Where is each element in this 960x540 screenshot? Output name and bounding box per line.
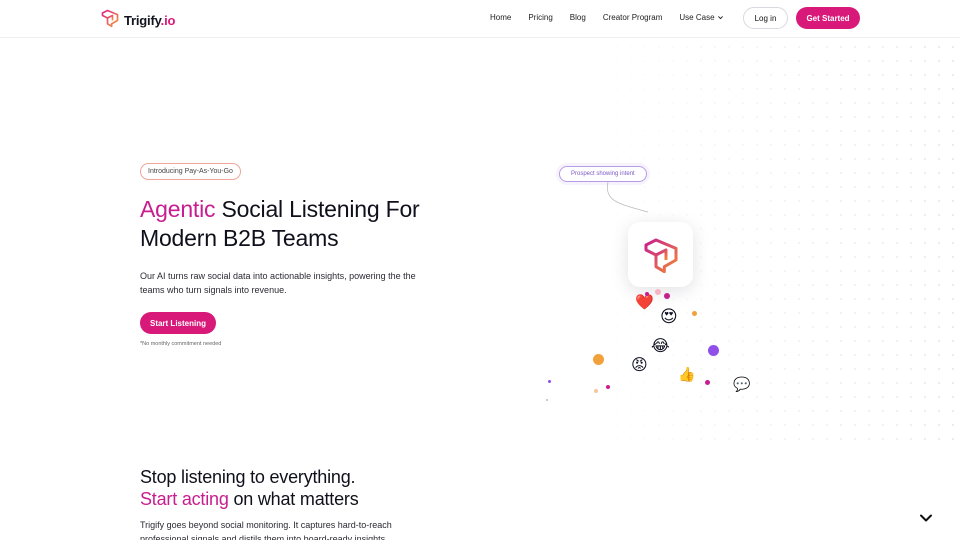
decor-dot	[655, 289, 661, 295]
section-title-line-1: Stop listening to everything.	[140, 467, 356, 487]
speech-bubble-icon: 💬	[733, 377, 751, 393]
decor-dot	[594, 389, 598, 393]
nav-link-creator-program[interactable]: Creator Program	[603, 13, 663, 22]
login-button[interactable]: Log in	[743, 7, 788, 29]
nav-link-blog[interactable]: Blog	[570, 13, 586, 22]
hero-description: Our AI turns raw social data into action…	[140, 271, 416, 295]
angry-emoji-icon: 😡	[631, 355, 648, 374]
nav-link-use-case-label: Use Case	[679, 13, 715, 22]
nav-link-pricing[interactable]: Pricing	[528, 13, 552, 22]
hero-title-accent: Agentic	[140, 196, 216, 222]
section-title-accent: Start acting	[140, 489, 229, 509]
decor-dot	[705, 380, 710, 385]
chevron-down-icon[interactable]	[918, 512, 934, 524]
commitment-note: *No monthly commitment needed	[140, 341, 222, 347]
start-listening-button[interactable]: Start Listening	[140, 312, 216, 334]
decor-dot	[692, 311, 697, 316]
decor-dot	[645, 292, 649, 296]
announcement-badge[interactable]: Introducing Pay-As-You-Go	[140, 163, 241, 180]
decor-dot	[593, 354, 604, 365]
connector-curve	[606, 182, 649, 213]
trigify-logo-icon	[100, 8, 120, 33]
heart-eyes-emoji-icon: 😍	[660, 307, 678, 327]
decor-dot	[708, 345, 719, 356]
laughing-emoji-icon: 😂	[651, 336, 670, 355]
hero-title-rest: Social Listening For	[215, 196, 420, 222]
dotted-background	[470, 40, 960, 440]
logo[interactable]: Trigify.io	[100, 8, 175, 33]
trigify-logo-icon	[644, 238, 677, 273]
decor-dot	[546, 399, 548, 401]
heart-emoji-icon: ❤️	[635, 293, 654, 311]
decor-dot	[664, 293, 670, 299]
trigify-app-card	[628, 222, 693, 287]
chevron-down-icon	[717, 16, 723, 20]
get-started-button[interactable]: Get Started	[796, 7, 860, 29]
hero-title-line-2: Modern B2B Teams	[140, 225, 339, 251]
decor-dot	[548, 380, 551, 383]
nav-links: Home Pricing Blog Creator Program Use Ca…	[490, 13, 724, 22]
section-title-rest: on what matters	[228, 489, 359, 509]
thumbs-up-emoji-icon: 👍	[678, 367, 696, 383]
prospect-intent-pill: Prospect showing intent	[559, 166, 647, 182]
nav-link-use-case[interactable]: Use Case	[679, 13, 723, 22]
top-nav: Trigify.io Home Pricing Blog Creator Pro…	[0, 0, 960, 38]
nav-link-home[interactable]: Home	[490, 13, 511, 22]
section-title: Stop listening to everything. Start acti…	[140, 466, 359, 510]
decor-dot	[606, 385, 610, 389]
hero-title: Agentic Social Listening For Modern B2B …	[140, 195, 420, 253]
logo-text: Trigify.io	[124, 13, 176, 28]
section-description: Trigify goes beyond social monitoring. I…	[140, 520, 392, 540]
